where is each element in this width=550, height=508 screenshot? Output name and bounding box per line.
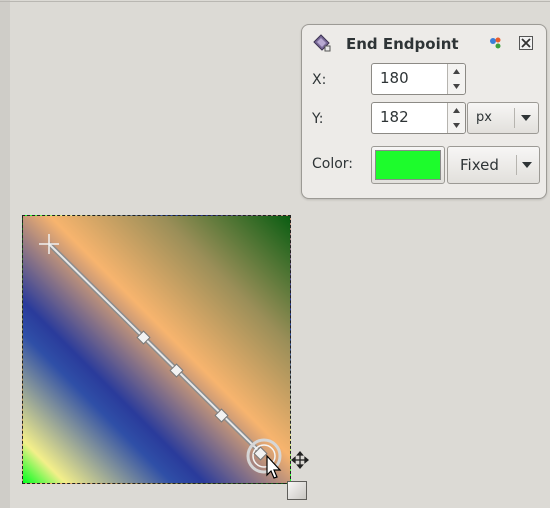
canvas-left-strip	[0, 0, 10, 508]
x-label: X:	[312, 72, 327, 88]
y-increment-icon[interactable]	[448, 103, 465, 118]
unit-select[interactable]: px	[467, 102, 539, 134]
color-mode-value: Fixed	[460, 156, 499, 174]
y-value[interactable]: 182	[380, 108, 409, 126]
x-value[interactable]: 180	[380, 69, 409, 87]
chevron-down-icon[interactable]	[521, 159, 533, 171]
unit-value: px	[476, 110, 492, 125]
color-swatch[interactable]	[375, 150, 441, 180]
y-label: Y:	[312, 111, 324, 127]
y-stepper[interactable]	[447, 103, 465, 133]
dialog-title: End Endpoint	[346, 35, 459, 53]
x-stepper[interactable]	[447, 64, 465, 94]
x-spinbutton[interactable]: 180	[371, 63, 466, 95]
color-palette-icon[interactable]	[488, 35, 504, 51]
chevron-down-icon[interactable]	[520, 112, 532, 124]
color-button[interactable]	[371, 146, 445, 184]
resize-handle-icon[interactable]	[287, 481, 307, 500]
color-label: Color:	[312, 156, 354, 172]
move-arrows-icon	[290, 450, 310, 470]
x-increment-icon[interactable]	[448, 64, 465, 79]
color-mode-separator	[516, 155, 517, 175]
gradient-canvas[interactable]	[22, 215, 291, 484]
x-decrement-icon[interactable]	[448, 79, 465, 94]
close-icon[interactable]	[518, 35, 534, 51]
y-spinbutton[interactable]: 182	[371, 102, 466, 134]
blend-tool-icon	[313, 34, 331, 52]
top-divider	[0, 1, 550, 2]
y-decrement-icon[interactable]	[448, 118, 465, 133]
unit-combo-separator	[514, 108, 515, 128]
end-endpoint-dialog: End Endpoint X: 180 Y: 182 px Color: Fix…	[301, 24, 547, 199]
color-mode-select[interactable]: Fixed	[447, 146, 540, 184]
